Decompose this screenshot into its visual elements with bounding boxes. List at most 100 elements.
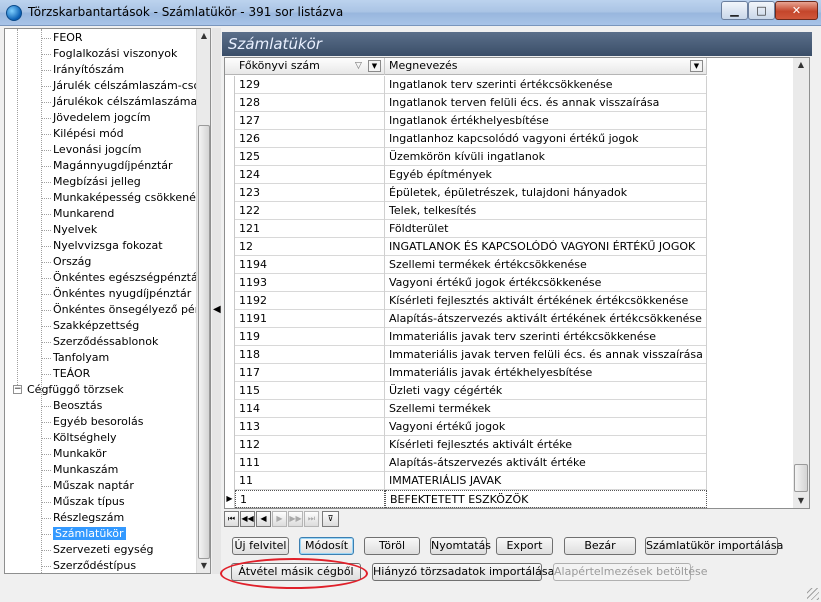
scroll-up-icon[interactable]: ▲ (197, 29, 210, 43)
table-row[interactable]: 124 Egyéb építmények (225, 166, 707, 184)
print-button[interactable]: Nyomtatás (430, 537, 491, 555)
minimize-button[interactable]: ▁ (721, 1, 748, 20)
cell-name[interactable]: Kísérleti fejlesztés aktivált értéke (385, 436, 707, 454)
cell-code[interactable]: 123 (235, 184, 385, 202)
cell-name[interactable]: Szellemi termékek értékcsökkenése (385, 256, 707, 274)
row-indicator[interactable] (225, 184, 235, 202)
table-row[interactable]: 122 Telek, telkesítés (225, 202, 707, 220)
cell-name[interactable]: Vagyoni értékű jogok értékcsökkenése (385, 274, 707, 292)
row-indicator[interactable] (225, 112, 235, 130)
cell-name[interactable]: INGATLANOK ÉS KAPCSOLÓDÓ VAGYONI ÉRTÉKŰ … (385, 238, 707, 256)
row-indicator[interactable] (225, 130, 235, 148)
cell-code[interactable]: 119 (235, 328, 385, 346)
next-page-icon[interactable]: ▶▶ (288, 511, 303, 527)
import-missing-button[interactable]: Hiányzó törzsadatok importálása (372, 563, 554, 581)
cell-code[interactable]: 115 (235, 382, 385, 400)
cell-code[interactable]: 12 (235, 238, 385, 256)
table-row[interactable]: ▶ 1 BEFEKTETETT ESZKÖZÖK (225, 490, 707, 508)
scroll-down-icon[interactable]: ▼ (197, 559, 210, 573)
table-row[interactable]: 117 Immateriális javak értékhelyesbítése (225, 364, 707, 382)
cell-code[interactable]: 124 (235, 166, 385, 184)
cell-code[interactable]: 127 (235, 112, 385, 130)
row-indicator[interactable] (225, 310, 235, 328)
row-indicator[interactable] (225, 436, 235, 454)
load-defaults-button[interactable]: Alapértelmezések betöltése (553, 563, 708, 581)
last-record-icon[interactable]: ⏭ (304, 511, 319, 527)
table-row[interactable]: 113 Vagyoni értékű jogok (225, 418, 707, 436)
cell-code[interactable]: 114 (235, 400, 385, 418)
cell-name[interactable]: Telek, telkesítés (385, 202, 707, 220)
cell-code[interactable]: 1192 (235, 292, 385, 310)
row-indicator[interactable] (225, 76, 235, 94)
new-button[interactable]: Új felvitel (232, 537, 289, 555)
tree-item[interactable]: Műszak típus (41, 494, 125, 510)
collapse-icon[interactable]: − (13, 385, 22, 394)
cell-name[interactable]: Kísérleti fejlesztés aktivált értékének … (385, 292, 707, 310)
table-row[interactable]: 111 Alapítás-átszervezés aktivált értéke (225, 454, 707, 472)
table-row[interactable]: 11 IMMATERIÁLIS JAVAK (225, 472, 707, 490)
row-indicator[interactable] (225, 454, 235, 472)
cell-name[interactable]: IMMATERIÁLIS JAVAK (385, 472, 707, 490)
tree-item[interactable]: Ország (41, 254, 91, 270)
tree-item[interactable]: Nyelvek (41, 222, 97, 238)
maximize-button[interactable]: □ (748, 1, 775, 20)
tree-item[interactable]: Munkaszám (41, 462, 118, 478)
close-button[interactable]: Bezár (564, 537, 636, 555)
cell-code[interactable]: 118 (235, 346, 385, 364)
cell-name[interactable]: Alapítás-átszervezés aktivált értéke (385, 454, 707, 472)
cell-code[interactable]: 1193 (235, 274, 385, 292)
row-indicator[interactable] (225, 382, 235, 400)
table-row[interactable]: 1192 Kísérleti fejlesztés aktivált értéké… (225, 292, 707, 310)
cell-code[interactable]: 125 (235, 148, 385, 166)
column-filter-dropdown-icon[interactable]: ▼ (690, 60, 703, 72)
table-row[interactable]: 123 Épületek, épületrészek, tulajdoni hán… (225, 184, 707, 202)
table-row[interactable]: 121 Földterület (225, 220, 707, 238)
cell-name[interactable]: BEFEKTETETT ESZKÖZÖK (385, 490, 707, 508)
tree-item[interactable]: Részlegszám (41, 510, 124, 526)
tree-item[interactable]: Tanfolyam (41, 350, 109, 366)
export-button[interactable]: Export (496, 537, 553, 555)
tree-item[interactable]: Szerződéssablonok (41, 334, 158, 350)
cell-name[interactable]: Egyéb építmények (385, 166, 707, 184)
row-indicator[interactable]: ▶ (225, 490, 235, 508)
prev-record-icon[interactable]: ◀ (256, 511, 271, 527)
close-window-button[interactable]: ✕ (775, 1, 818, 20)
next-record-icon[interactable]: ▶ (272, 511, 287, 527)
table-row[interactable]: 115 Üzleti vagy cégérték (225, 382, 707, 400)
cell-code[interactable]: 1194 (235, 256, 385, 274)
column-header-name[interactable]: Megnevezés ▼ (385, 58, 707, 75)
tree-item[interactable]: Magánnyugdíjpénztár (41, 158, 173, 174)
tree-item[interactable]: FEOR (41, 30, 83, 46)
tree-item[interactable]: Önkéntes egészségpénztár (41, 270, 202, 286)
cell-name[interactable]: Alapítás-átszervezés aktivált értékének … (385, 310, 707, 328)
tree-item[interactable]: Kilépési mód (41, 126, 124, 142)
scroll-up-icon[interactable]: ▲ (793, 58, 809, 72)
cell-name[interactable]: Ingatlanok értékhelyesbítése (385, 112, 707, 130)
tree-item[interactable]: TEÁOR (41, 366, 90, 382)
tree-item[interactable]: Munkakör (41, 446, 107, 462)
cell-name[interactable]: Immateriális javak terv szerinti értékcs… (385, 328, 707, 346)
scroll-down-icon[interactable]: ▼ (793, 494, 809, 508)
cell-name[interactable]: Üzemkörön kívüli ingatlanok (385, 148, 707, 166)
tree-item[interactable]: Járulékok célszámlaszáma (41, 94, 197, 110)
prev-page-icon[interactable]: ◀◀ (240, 511, 255, 527)
tree-item[interactable]: Levonási jogcím (41, 142, 142, 158)
cell-name[interactable]: Földterület (385, 220, 707, 238)
import-chart-button[interactable]: Számlatükör importálása (645, 537, 783, 555)
table-row[interactable]: 129 Ingatlanok terv szerinti értékcsökken… (225, 76, 707, 94)
table-row[interactable]: 119 Immateriális javak terv szerinti érté… (225, 328, 707, 346)
tree-scroll-thumb[interactable] (198, 125, 210, 559)
cell-code[interactable]: 122 (235, 202, 385, 220)
row-indicator[interactable] (225, 238, 235, 256)
table-row[interactable]: 127 Ingatlanok értékhelyesbítése (225, 112, 707, 130)
tree-item[interactable]: Költséghely (41, 430, 117, 446)
table-row[interactable]: 1191 Alapítás-átszervezés aktivált értéké… (225, 310, 707, 328)
cell-code[interactable]: 117 (235, 364, 385, 382)
table-row[interactable]: 1194 Szellemi termékek értékcsökkenése (225, 256, 707, 274)
first-record-icon[interactable]: ⏮ (224, 511, 239, 527)
panel-splitter[interactable]: ◀ (212, 28, 221, 574)
tree-item[interactable]: Jövedelem jogcím (41, 110, 151, 126)
cell-code[interactable]: 113 (235, 418, 385, 436)
cell-code[interactable]: 11 (235, 472, 385, 490)
row-indicator[interactable] (225, 292, 235, 310)
